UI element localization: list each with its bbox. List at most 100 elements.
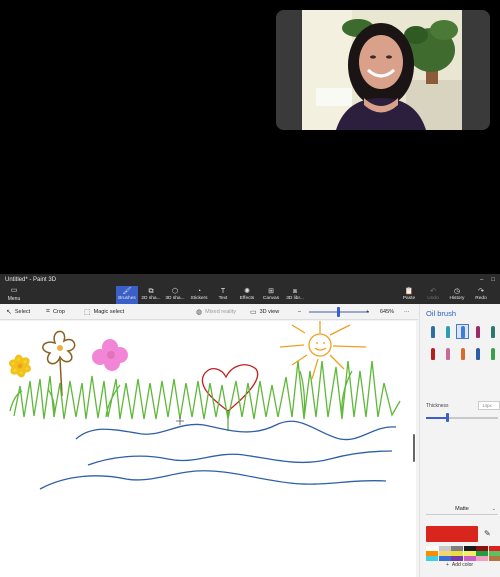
zoom-out-label: – — [298, 309, 302, 315]
yellow-flower — [9, 354, 31, 378]
fill-icon — [490, 347, 495, 360]
calligraphy-pen-icon — [445, 325, 450, 338]
folder-icon: ▭ — [10, 287, 18, 294]
select-label: Select — [14, 309, 31, 315]
tab-stickers[interactable]: ◔ Stickers — [188, 286, 210, 304]
tab-text[interactable]: T Text — [212, 286, 234, 304]
mixed-reality-button[interactable]: ◍ Mixed reality — [196, 304, 236, 320]
crop-icon: ⌗ — [46, 308, 50, 315]
eraser-brush-button[interactable] — [441, 346, 454, 361]
pencil-icon — [430, 347, 435, 360]
color-swatch[interactable] — [451, 556, 464, 561]
add-color-button[interactable]: + Add color — [446, 562, 473, 568]
tab-3d-library[interactable]: ⧈ 3D libr... — [284, 286, 306, 304]
pixel-pen-brush-button[interactable] — [486, 324, 499, 339]
color-swatch[interactable] — [438, 556, 451, 561]
undo-button[interactable]: ↶ Undo — [422, 286, 444, 304]
undo-label: Undo — [427, 296, 439, 301]
magic-select-icon: ⬚ — [84, 309, 91, 316]
marker-icon — [430, 325, 435, 338]
selection-toolbar: ↖ Select ⌗ Crop ⬚ Magic select ◍ Mixed r… — [0, 304, 418, 320]
paste-button[interactable]: 📋 Paste — [398, 286, 420, 304]
select-button[interactable]: ↖ Select — [6, 304, 30, 320]
more-options-button[interactable]: ··· — [404, 304, 410, 320]
calligraphy-pen-brush-button[interactable] — [441, 324, 454, 339]
menu-button[interactable]: ▭ Menu — [4, 286, 24, 304]
text-icon: T — [220, 287, 226, 295]
pixel-pen-icon — [490, 325, 495, 338]
color-swatch[interactable] — [489, 556, 500, 561]
watercolor-icon — [475, 325, 480, 338]
screen: Untitled* - Paint 3D – □ ▭ Menu 🖌 Brushe… — [0, 0, 500, 577]
tab-label: Canvas — [262, 296, 280, 301]
crop-button[interactable]: ⌗ Crop — [46, 304, 65, 320]
history-button[interactable]: ◷ History — [446, 286, 468, 304]
thickness-input[interactable]: 14px — [478, 401, 500, 410]
zoom-in-label: + — [366, 309, 370, 315]
sticker-icon: ◔ — [196, 287, 202, 295]
eraser-icon — [445, 347, 450, 360]
thickness-label: Thickness — [426, 403, 449, 409]
thickness-slider-fill — [426, 417, 448, 419]
tab-canvas[interactable]: ⊞ Canvas — [260, 286, 282, 304]
finish-value: Matte — [455, 505, 469, 512]
thickness-slider-thumb[interactable] — [446, 413, 449, 422]
crayon-brush-button[interactable] — [456, 346, 469, 361]
menu-label: Menu — [7, 296, 21, 302]
pencil-brush-button[interactable] — [426, 346, 439, 361]
zoom-slider-thumb[interactable] — [337, 307, 340, 317]
spray-can-icon — [475, 347, 480, 360]
finish-dropdown[interactable]: Matte ⌄ — [426, 503, 498, 515]
tab-label: Stickers — [190, 296, 208, 301]
brush-panel: Oil brush Thickness 14px Matte ⌄ ✎ + Add… — [419, 304, 500, 577]
oil-brush-brush-button[interactable] — [456, 324, 469, 339]
eyedropper-icon[interactable]: ✎ — [484, 529, 491, 538]
panel-title: Oil brush — [426, 309, 457, 318]
add-color-label: Add color — [451, 562, 474, 568]
minimize-button[interactable]: – — [480, 277, 483, 283]
effects-icon: ✺ — [244, 287, 250, 295]
color-swatch[interactable] — [463, 556, 476, 561]
webcam-image — [276, 10, 490, 130]
oil-brush-icon — [460, 325, 465, 338]
zoom-out-button[interactable]: – — [298, 304, 301, 320]
2d-shapes-icon: ⧉ — [148, 287, 154, 295]
magic-select-button[interactable]: ⬚ Magic select — [84, 304, 124, 320]
zoom-value-label: 645% — [380, 309, 395, 315]
3d-library-icon: ⧈ — [292, 287, 298, 295]
tab-label: 2D sha... — [141, 296, 161, 301]
color-swatch[interactable] — [426, 556, 438, 561]
tab-label: 3D libr... — [286, 296, 304, 301]
3d-view-button[interactable]: ▭ 3D view — [250, 304, 279, 320]
tab-label: 3D sha... — [165, 296, 185, 301]
crayon-icon — [460, 347, 465, 360]
maximize-button[interactable]: □ — [491, 277, 495, 283]
tab-effects[interactable]: ✺ Effects — [236, 286, 258, 304]
tab-brushes[interactable]: 🖌 Brushes — [116, 286, 138, 304]
zoom-value[interactable]: 645% — [380, 304, 394, 320]
color-swatch[interactable] — [476, 556, 489, 561]
more-options-label: ··· — [404, 309, 410, 315]
brush-icon: 🖌 — [122, 287, 132, 295]
spray-can-brush-button[interactable] — [471, 346, 484, 361]
drawing-canvas[interactable] — [0, 321, 416, 577]
current-color-swatch[interactable] — [426, 526, 478, 542]
canvas-scrollbar[interactable] — [413, 434, 415, 462]
watercolor-brush-button[interactable] — [471, 324, 484, 339]
tab-label: Effects — [239, 296, 255, 301]
tab-3d-shapes[interactable]: ⬡ 3D sha... — [164, 286, 186, 304]
history-icon: ◷ — [453, 287, 461, 295]
crosshair-cursor-icon — [176, 417, 184, 425]
paste-label: Paste — [402, 296, 416, 301]
tab-label: Brushes — [118, 296, 136, 301]
fill-brush-button[interactable] — [486, 346, 499, 361]
paint3d-window: Untitled* - Paint 3D – □ ▭ Menu 🖌 Brushe… — [0, 274, 500, 577]
paste-icon: 📋 — [404, 287, 414, 295]
outline-flower — [42, 330, 76, 397]
marker-brush-button[interactable] — [426, 324, 439, 339]
plus-icon: + — [446, 562, 449, 568]
canvas-icon: ⊞ — [268, 287, 274, 295]
redo-button[interactable]: ↷ Redo — [470, 286, 492, 304]
tab-2d-shapes[interactable]: ⧉ 2D sha... — [140, 286, 162, 304]
zoom-in-button[interactable]: + — [366, 304, 369, 320]
